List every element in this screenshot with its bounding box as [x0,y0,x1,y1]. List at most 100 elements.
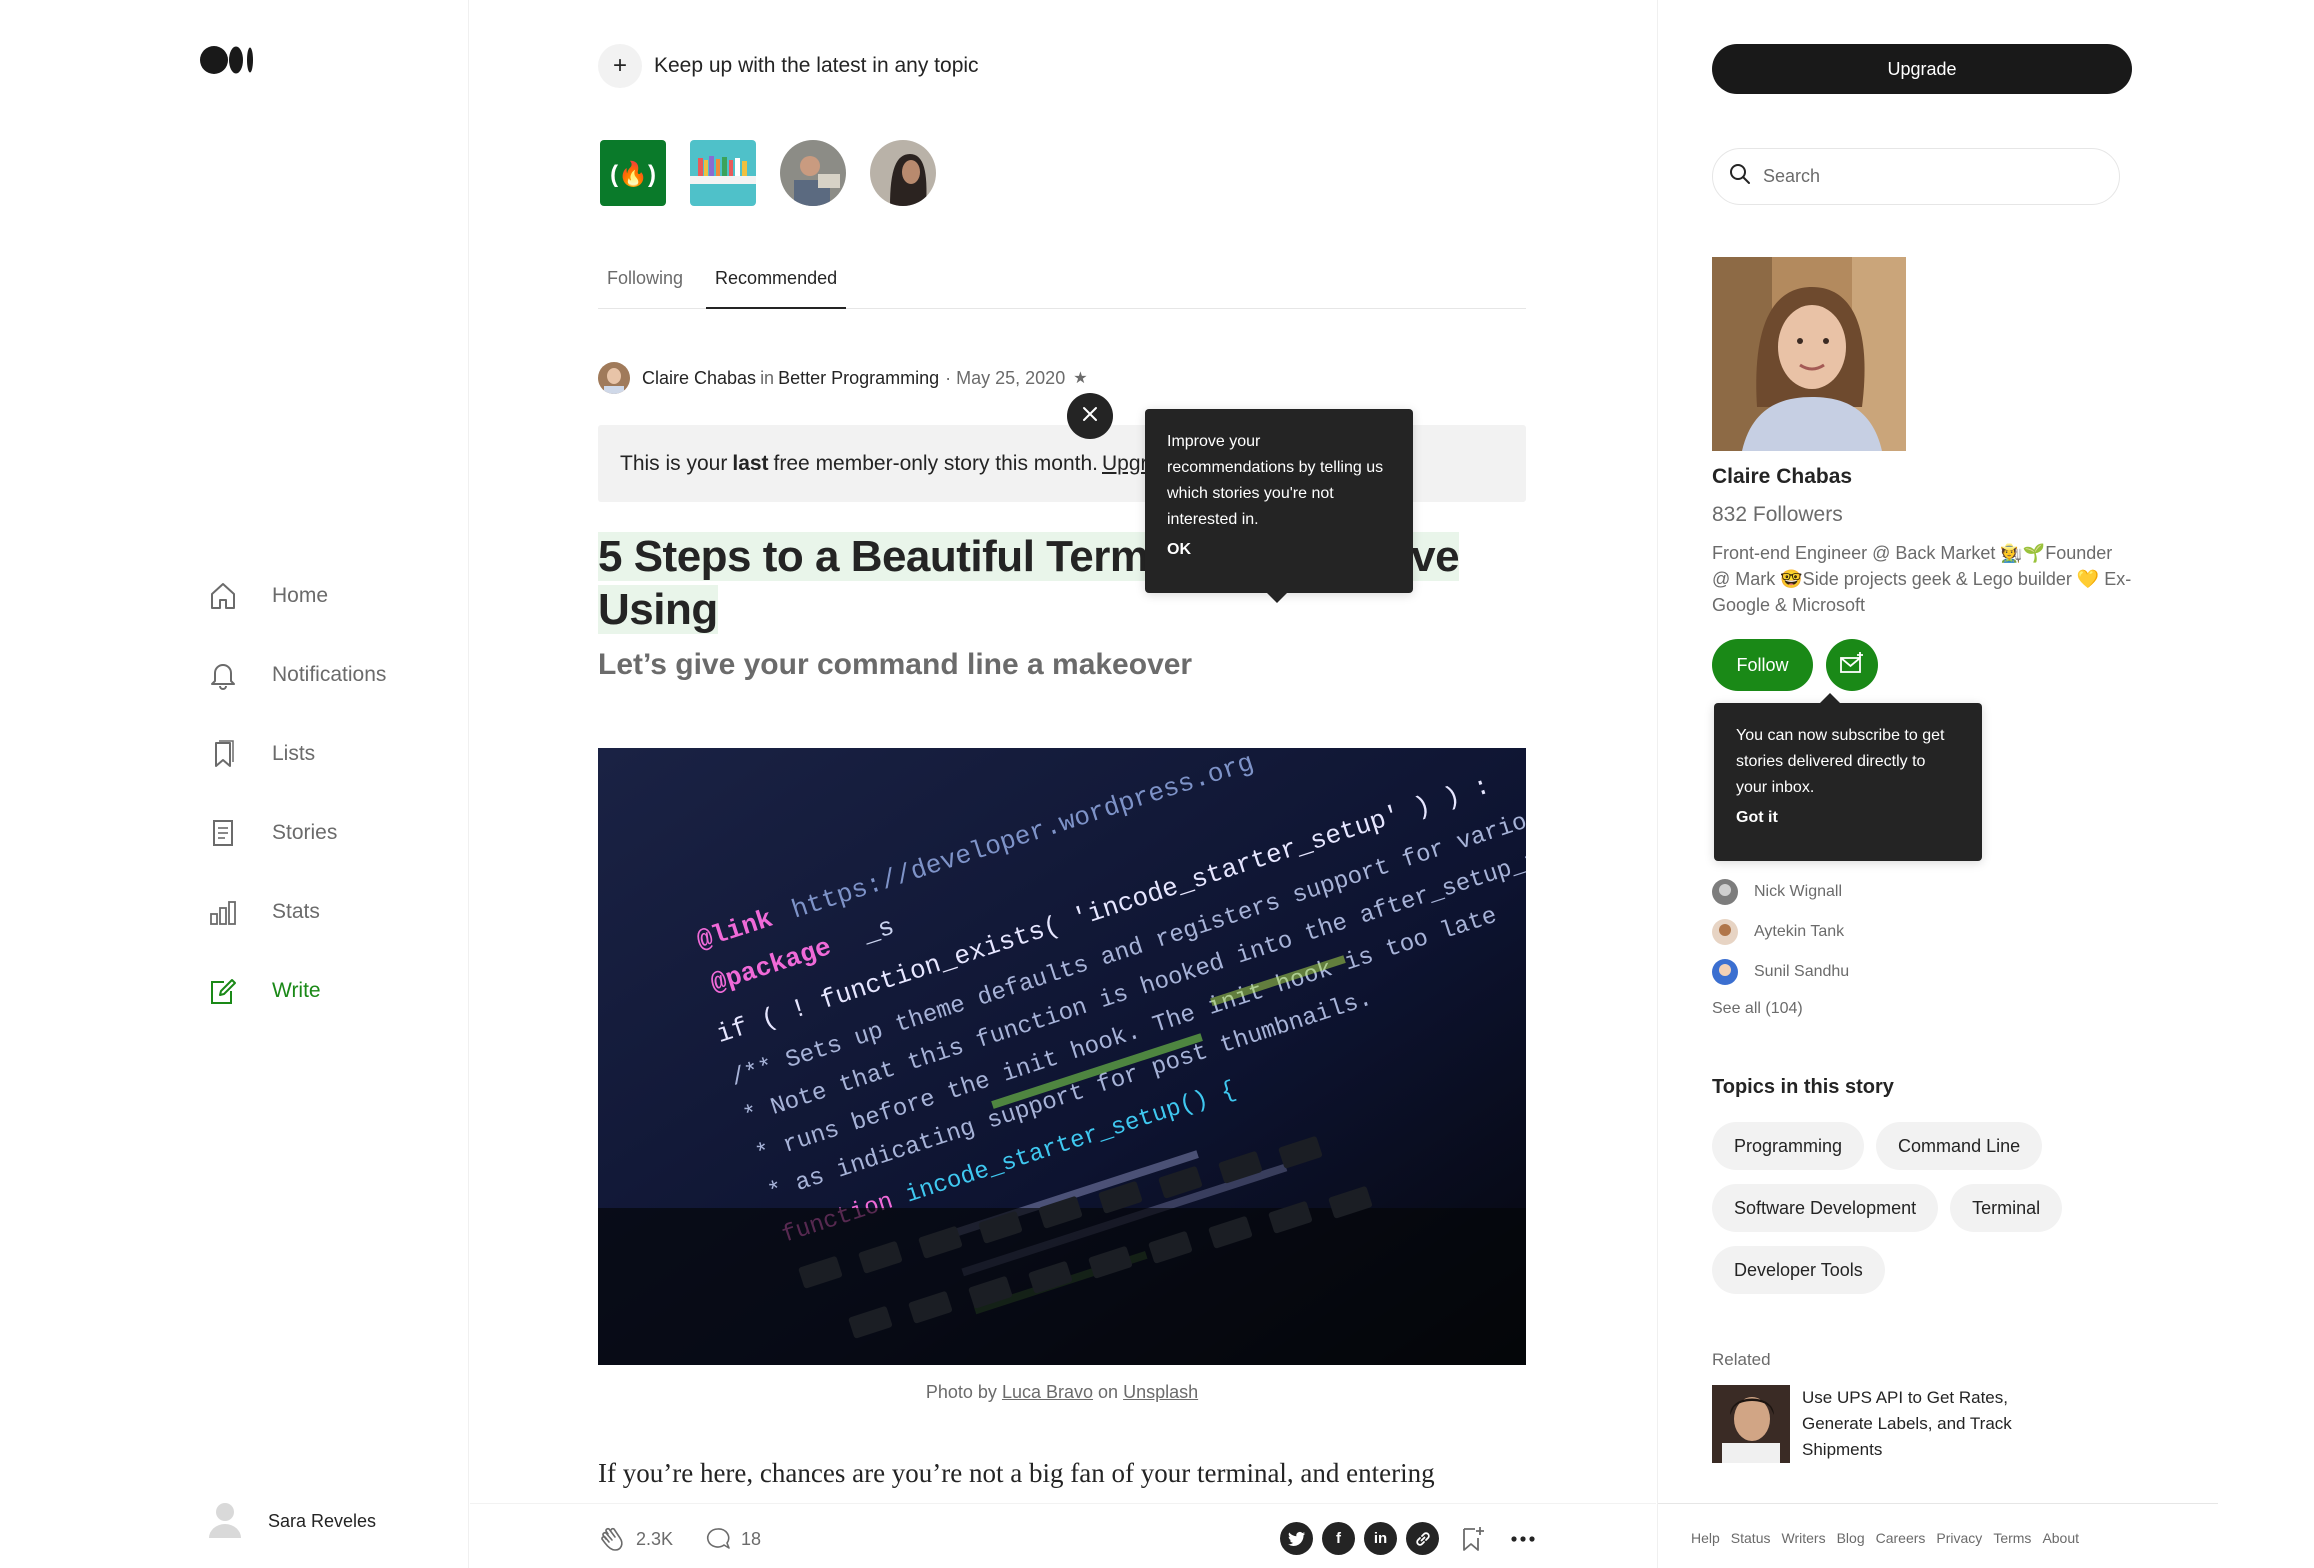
avatar [1712,919,1738,945]
nav-write-label: Write [272,979,321,1002]
paywall-prefix: This is your [620,451,728,475]
nav-stats[interactable]: Stats [208,894,320,930]
tab-recommended[interactable]: Recommended [706,266,847,309]
add-topic-button[interactable]: + [598,44,642,88]
nav-lists-label: Lists [272,742,316,765]
tooltip-ok-button[interactable]: OK [1167,541,1391,559]
article-byline: Claire Chabas in Better Programming · Ma… [598,362,1088,394]
topic-pill[interactable]: Software Development [1712,1184,1939,1232]
writer-avatar[interactable] [870,140,936,206]
article-subtitle: Let’s give your command line a makeover [598,648,1193,681]
related-thumbnail [1712,1385,1790,1463]
close-icon [1081,405,1099,428]
footer-link[interactable]: About [2042,1530,2079,1546]
clap-icon[interactable] [598,1524,628,1554]
caption-author-link[interactable]: Luca Bravo [1002,1382,1093,1402]
topic-pill[interactable]: Programming [1712,1122,1865,1170]
nav-home[interactable]: Home [208,578,328,614]
caption-prefix: Photo by [925,1382,997,1402]
keep-up-text: Keep up with the latest in any topic [654,54,979,77]
twitter-share-icon[interactable] [1280,1522,1313,1555]
topics-list: Programming Command Line Software Develo… [1712,1122,2152,1294]
dismiss-story-button[interactable] [1067,393,1113,439]
following-item[interactable]: Aytekin Tank [1712,912,1849,952]
author-bio: Front-end Engineer @ Back Market 🧑‍🌾🌱Fou… [1712,543,2132,615]
recommendation-tooltip-text: Improve your recommendations by telling … [1167,433,1384,528]
nav-home-label: Home [272,584,329,607]
publication-avatar[interactable]: (🔥) [600,140,666,206]
caption-site-link[interactable]: Unsplash [1123,1382,1198,1402]
user-name: Sara Reveles [268,1511,377,1531]
paywall-suffix: free member-only story this month. [773,451,1098,475]
publication-avatar[interactable] [690,140,756,206]
medium-logo[interactable] [200,45,256,75]
footer-link[interactable]: Terms [1993,1530,2031,1546]
keep-up-row: + Keep up with the latest in any topic [598,44,979,88]
footer-link[interactable]: Help [1691,1530,1720,1546]
footer-links: Help Status Writers Blog Careers Privacy… [1691,1530,2079,1546]
clap-count: 2.3K [636,1528,674,1549]
svg-text:(🔥): (🔥) [610,160,656,188]
copy-link-icon[interactable] [1406,1522,1439,1555]
bookmark-add-icon[interactable] [1456,1522,1489,1555]
publish-date: · May 25, 2020 [945,367,1066,388]
sidebar-author-name[interactable]: Claire Chabas [1712,465,1852,489]
response-icon[interactable] [703,1524,733,1554]
facebook-share-icon[interactable]: f [1322,1522,1355,1555]
footer-link[interactable]: Writers [1782,1530,1826,1546]
following-item[interactable]: Sunil Sandhu [1712,952,1849,992]
nav-stories[interactable]: Stories [208,815,337,851]
topic-pill[interactable]: Developer Tools [1712,1246,1885,1294]
author-followers[interactable]: 832 Followers [1712,503,1843,527]
main-content: + Keep up with the latest in any topic (… [470,0,1656,1568]
related-heading: Related [1712,1350,1771,1369]
more-options-icon[interactable] [1506,1522,1539,1555]
mail-plus-icon [1839,651,1865,679]
publication-link[interactable]: Better Programming [778,368,939,389]
followed-publications: (🔥) [600,140,936,206]
compose-icon [208,973,238,1009]
bookmark-list-icon [208,736,238,772]
avatar [1712,959,1738,985]
upgrade-button[interactable]: Upgrade [1712,44,2132,94]
nav-notifications-label: Notifications [272,663,387,686]
nav-lists[interactable]: Lists [208,736,315,772]
following-item[interactable]: Nick Wignall [1712,872,1849,912]
paywall-bold: last [732,451,769,475]
writer-avatar[interactable] [780,140,846,206]
nav-notifications[interactable]: Notifications [208,657,386,693]
recommendation-tooltip: Improve your recommendations by telling … [1145,409,1413,603]
footer-link[interactable]: Privacy [1936,1530,1982,1546]
see-all-following-link[interactable]: See all (104) [1712,1000,1803,1018]
footer-link[interactable]: Status [1731,1530,1771,1546]
search-input[interactable] [1763,166,2103,187]
following-name: Sunil Sandhu [1754,963,1850,980]
tooltip-got-it-button[interactable]: Got it [1736,809,1960,827]
article-action-bar: 2.3K 18 f in [470,1503,1656,1568]
topic-pill[interactable]: Terminal [1950,1184,2063,1232]
left-navigation: Home Notifications Lists Stories Stats W… [0,0,469,1568]
related-story[interactable]: Use UPS API to Get Rates, Generate Label… [1712,1385,2022,1463]
subscribe-tooltip: You can now subscribe to get stories del… [1714,693,1982,861]
user-profile-button[interactable]: Sara Reveles [208,1500,376,1543]
subscribe-email-button[interactable] [1826,639,1878,691]
topic-pill[interactable]: Command Line [1876,1122,2043,1170]
footer-link[interactable]: Blog [1837,1530,1865,1546]
linkedin-share-icon[interactable]: in [1364,1522,1397,1555]
author-link[interactable]: Claire Chabas [642,368,756,389]
tab-following[interactable]: Following [598,266,692,309]
footer-link[interactable]: Careers [1876,1530,1926,1546]
feed-tabs: Following Recommended [598,266,1526,309]
related-story-title: Use UPS API to Get Rates, Generate Label… [1802,1388,2012,1459]
following-name: Aytekin Tank [1754,923,1845,940]
nav-write[interactable]: Write [208,973,321,1009]
bar-chart-icon [208,894,238,930]
search-icon [1729,163,1751,190]
following-name: Nick Wignall [1754,883,1843,900]
subscribe-tooltip-text: You can now subscribe to get stories del… [1736,727,1945,796]
author-photo[interactable] [1712,257,1906,451]
footer-divider [1658,1503,2218,1504]
avatar [1712,879,1738,905]
author-avatar[interactable] [598,362,630,394]
follow-button[interactable]: Follow [1712,639,1813,691]
